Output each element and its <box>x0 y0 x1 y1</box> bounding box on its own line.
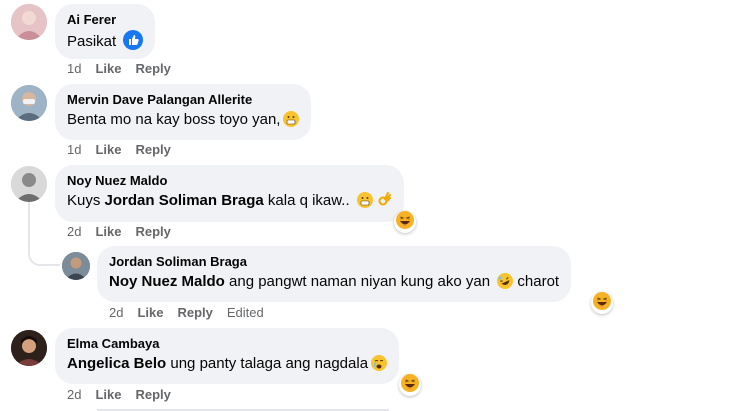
avatar[interactable] <box>11 4 47 40</box>
comment-actions: 1d Like Reply <box>67 142 171 158</box>
reaction-haha[interactable] <box>399 373 421 397</box>
avatar[interactable] <box>11 166 47 202</box>
comment-actions: 2d Like Reply <box>67 224 171 240</box>
comment-text: Benta mo na kay boss toyo yan, <box>67 111 281 128</box>
comment-actions: 1d Like Reply <box>67 61 171 77</box>
like-button[interactable]: Like <box>95 61 121 77</box>
reaction-haha[interactable] <box>394 210 416 234</box>
like-button[interactable]: Like <box>95 142 121 158</box>
reply-button[interactable]: Reply <box>135 224 170 240</box>
comment-text: kala q ikaw.. <box>263 192 350 209</box>
reply-button[interactable]: Reply <box>135 61 170 77</box>
comment-author[interactable]: Noy Nuez Maldo <box>67 173 392 189</box>
comment-text: ang pangwt naman niyan kung ako yan <box>224 273 491 290</box>
mention-link[interactable]: Angelica Belo <box>67 355 166 372</box>
comment-actions: 2d Like Reply <box>67 387 171 403</box>
comment-bubble: Elma Cambaya Angelica Belo ung panty tal… <box>55 328 400 384</box>
comment-timestamp[interactable]: 1d <box>67 61 81 77</box>
comment-author[interactable]: Ai Ferer <box>67 12 143 28</box>
comment-bubble: Mervin Dave Palangan Allerite Benta mo n… <box>55 84 312 140</box>
comment-text: Pasikat <box>67 33 117 50</box>
avatar[interactable] <box>11 85 47 121</box>
thumbs-up-icon <box>123 30 144 50</box>
like-button[interactable]: Like <box>137 305 163 321</box>
comment-timestamp[interactable]: 1d <box>67 142 81 158</box>
comment-timestamp[interactable]: 2d <box>109 305 123 321</box>
comment-text: charot <box>513 273 560 290</box>
comment-bubble: Noy Nuez Maldo Kuys Jordan Soliman Braga… <box>55 165 404 222</box>
like-button[interactable]: Like <box>95 224 121 240</box>
thread-connector <box>28 240 60 266</box>
reply-button[interactable]: Reply <box>177 305 212 321</box>
reaction-haha[interactable] <box>591 291 613 315</box>
reply-button[interactable]: Reply <box>135 142 170 158</box>
avatar[interactable] <box>62 252 90 280</box>
laughing-face-icon <box>593 291 611 315</box>
edited-label: Edited <box>226 305 264 320</box>
rolling-laughing-emoji-icon <box>497 273 514 289</box>
mention-link[interactable]: Noy Nuez Maldo <box>109 273 225 290</box>
comment-timestamp[interactable]: 2d <box>67 387 81 403</box>
ok-hand-emoji-icon <box>376 192 392 208</box>
comment-author[interactable]: Jordan Soliman Braga <box>109 254 559 270</box>
avatar[interactable] <box>11 330 47 366</box>
like-button[interactable]: Like <box>95 387 121 403</box>
reply-button[interactable]: Reply <box>135 387 170 403</box>
comment-bubble: Jordan Soliman Braga Noy Nuez Maldo ang … <box>97 246 572 302</box>
crying-emoji-icon <box>371 355 388 371</box>
comment-actions: 2d Like Reply Edited <box>109 305 264 321</box>
comment-bubble: Ai Ferer Pasikat <box>55 4 156 59</box>
comment-author[interactable]: Mervin Dave Palangan Allerite <box>67 92 299 108</box>
comment-text: Kuys <box>67 192 105 209</box>
laughing-face-icon <box>396 210 414 234</box>
grimace-emoji-icon <box>283 111 300 127</box>
comment-author[interactable]: Elma Cambaya <box>67 336 387 352</box>
comment-text: ung panty talaga ang nagdala <box>166 355 369 372</box>
grimace-emoji-icon <box>356 192 373 208</box>
laughing-face-icon <box>401 373 419 397</box>
comment-timestamp[interactable]: 2d <box>67 224 81 240</box>
mention-link[interactable]: Jordan Soliman Braga <box>105 192 264 209</box>
